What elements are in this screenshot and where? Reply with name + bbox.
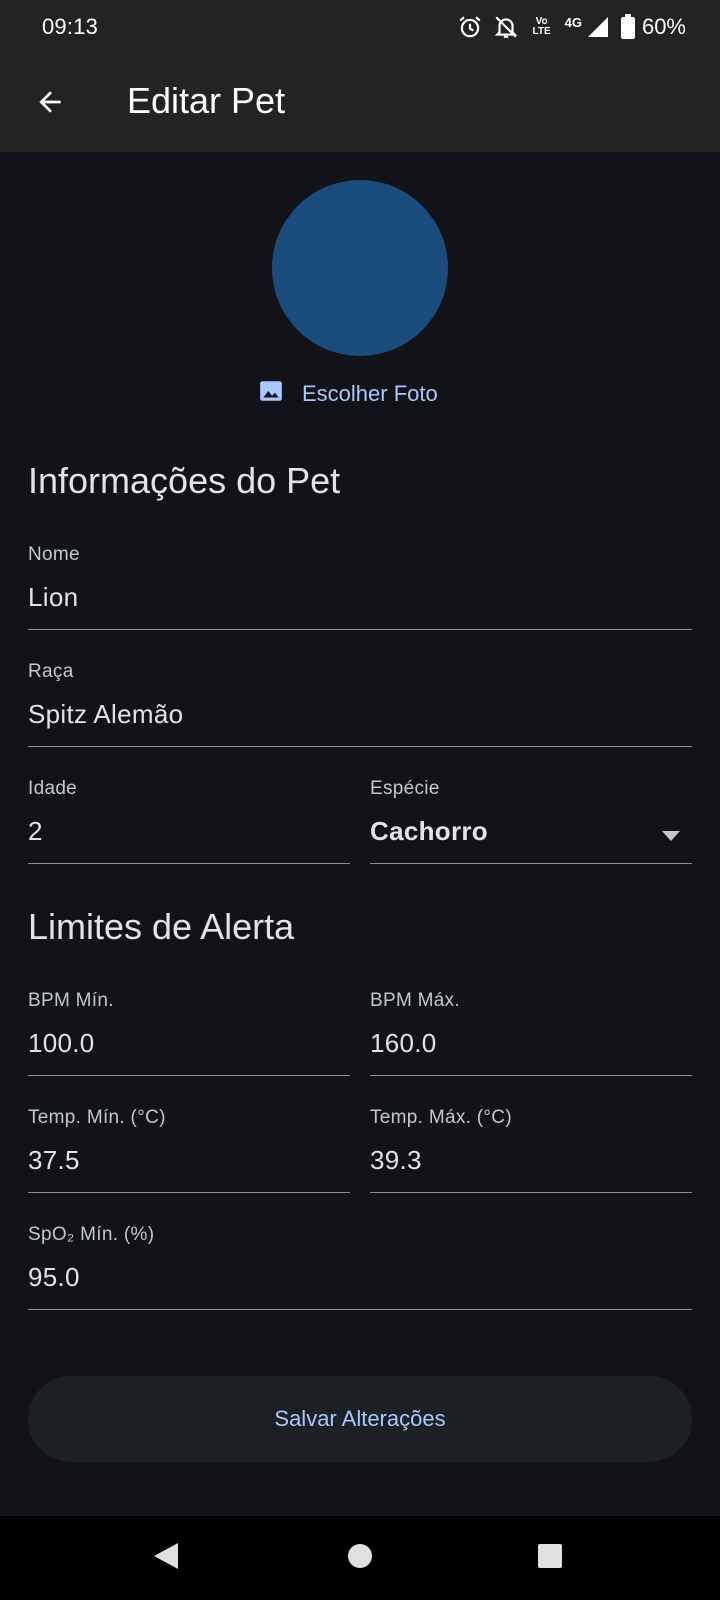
alarm-icon xyxy=(457,14,483,40)
recents-square-icon xyxy=(536,1542,564,1575)
temp-min-value: 37.5 xyxy=(28,1145,80,1175)
page-title: Editar Pet xyxy=(127,80,286,121)
save-changes-button[interactable]: Salvar Alterações xyxy=(28,1376,692,1462)
volte-bottom-text: LTE xyxy=(532,26,551,37)
signal-icon xyxy=(586,15,610,39)
bpm-max-field[interactable]: BPM Máx. 160.0 xyxy=(370,990,692,1076)
choose-photo-label: Escolher Foto xyxy=(302,381,438,406)
system-nav-bar xyxy=(0,1516,720,1600)
spo2-min-label: SpO₂ Mín. (%) xyxy=(28,1224,155,1245)
species-value: Cachorro xyxy=(370,816,488,846)
alert-limits-title: Limites de Alerta xyxy=(28,906,295,947)
arrow-back-icon xyxy=(34,86,66,123)
bell-off-icon xyxy=(493,14,519,40)
arrow-drop-down-icon xyxy=(662,828,680,846)
battery-icon xyxy=(620,14,636,40)
network-type: 4G xyxy=(564,14,582,30)
back-triangle-icon xyxy=(152,1541,180,1576)
status-time: 09:13 xyxy=(42,14,99,39)
pet-info-title: Informações do Pet xyxy=(28,460,341,501)
nav-recents-button[interactable] xyxy=(530,1538,570,1578)
breed-label: Raça xyxy=(28,661,74,682)
spo2-min-field[interactable]: SpO₂ Mín. (%) 95.0 xyxy=(28,1224,692,1310)
spo2-min-value: 95.0 xyxy=(28,1262,80,1292)
nav-home-button[interactable] xyxy=(340,1538,380,1578)
name-value: Lion xyxy=(28,582,79,612)
temp-max-label: Temp. Máx. (°C) xyxy=(370,1107,512,1128)
species-label: Espécie xyxy=(370,778,440,799)
edit-pet-form: Escolher Foto Informações do Pet Nome Li… xyxy=(0,152,720,1516)
bpm-min-label: BPM Mín. xyxy=(28,990,114,1011)
image-icon xyxy=(258,378,284,410)
age-value: 2 xyxy=(28,816,43,846)
pet-avatar[interactable] xyxy=(272,180,448,356)
breed-field[interactable]: Raça Spitz Alemão xyxy=(28,661,692,747)
temp-max-field[interactable]: Temp. Máx. (°C) 39.3 xyxy=(370,1107,692,1193)
age-label: Idade xyxy=(28,778,78,799)
volte-icon: Vo LTE xyxy=(529,17,555,37)
temp-min-label: Temp. Mín. (°C) xyxy=(28,1107,166,1128)
nav-back-button[interactable] xyxy=(146,1538,186,1578)
choose-photo-button[interactable]: Escolher Foto xyxy=(258,374,438,414)
bpm-min-value: 100.0 xyxy=(28,1028,95,1058)
status-icons: Vo LTE 4G 60% xyxy=(457,12,686,42)
temp-min-field[interactable]: Temp. Mín. (°C) 37.5 xyxy=(28,1107,350,1193)
bpm-max-label: BPM Máx. xyxy=(370,990,461,1011)
name-label: Nome xyxy=(28,544,80,565)
home-circle-icon xyxy=(346,1542,374,1575)
name-field[interactable]: Nome Lion xyxy=(28,544,692,630)
temp-max-value: 39.3 xyxy=(370,1145,422,1175)
breed-value: Spitz Alemão xyxy=(28,699,184,729)
age-field[interactable]: Idade 2 xyxy=(28,778,350,864)
app-bar: Editar Pet xyxy=(0,56,720,152)
bpm-min-field[interactable]: BPM Mín. 100.0 xyxy=(28,990,350,1076)
bpm-max-value: 160.0 xyxy=(370,1028,437,1058)
species-dropdown[interactable]: Espécie Cachorro xyxy=(370,778,692,864)
status-bar: 09:13 Vo LTE 4G 60% xyxy=(0,0,720,56)
back-button[interactable] xyxy=(24,78,76,130)
battery-percent: 60% xyxy=(641,14,686,39)
save-changes-label: Salvar Alterações xyxy=(274,1406,446,1431)
